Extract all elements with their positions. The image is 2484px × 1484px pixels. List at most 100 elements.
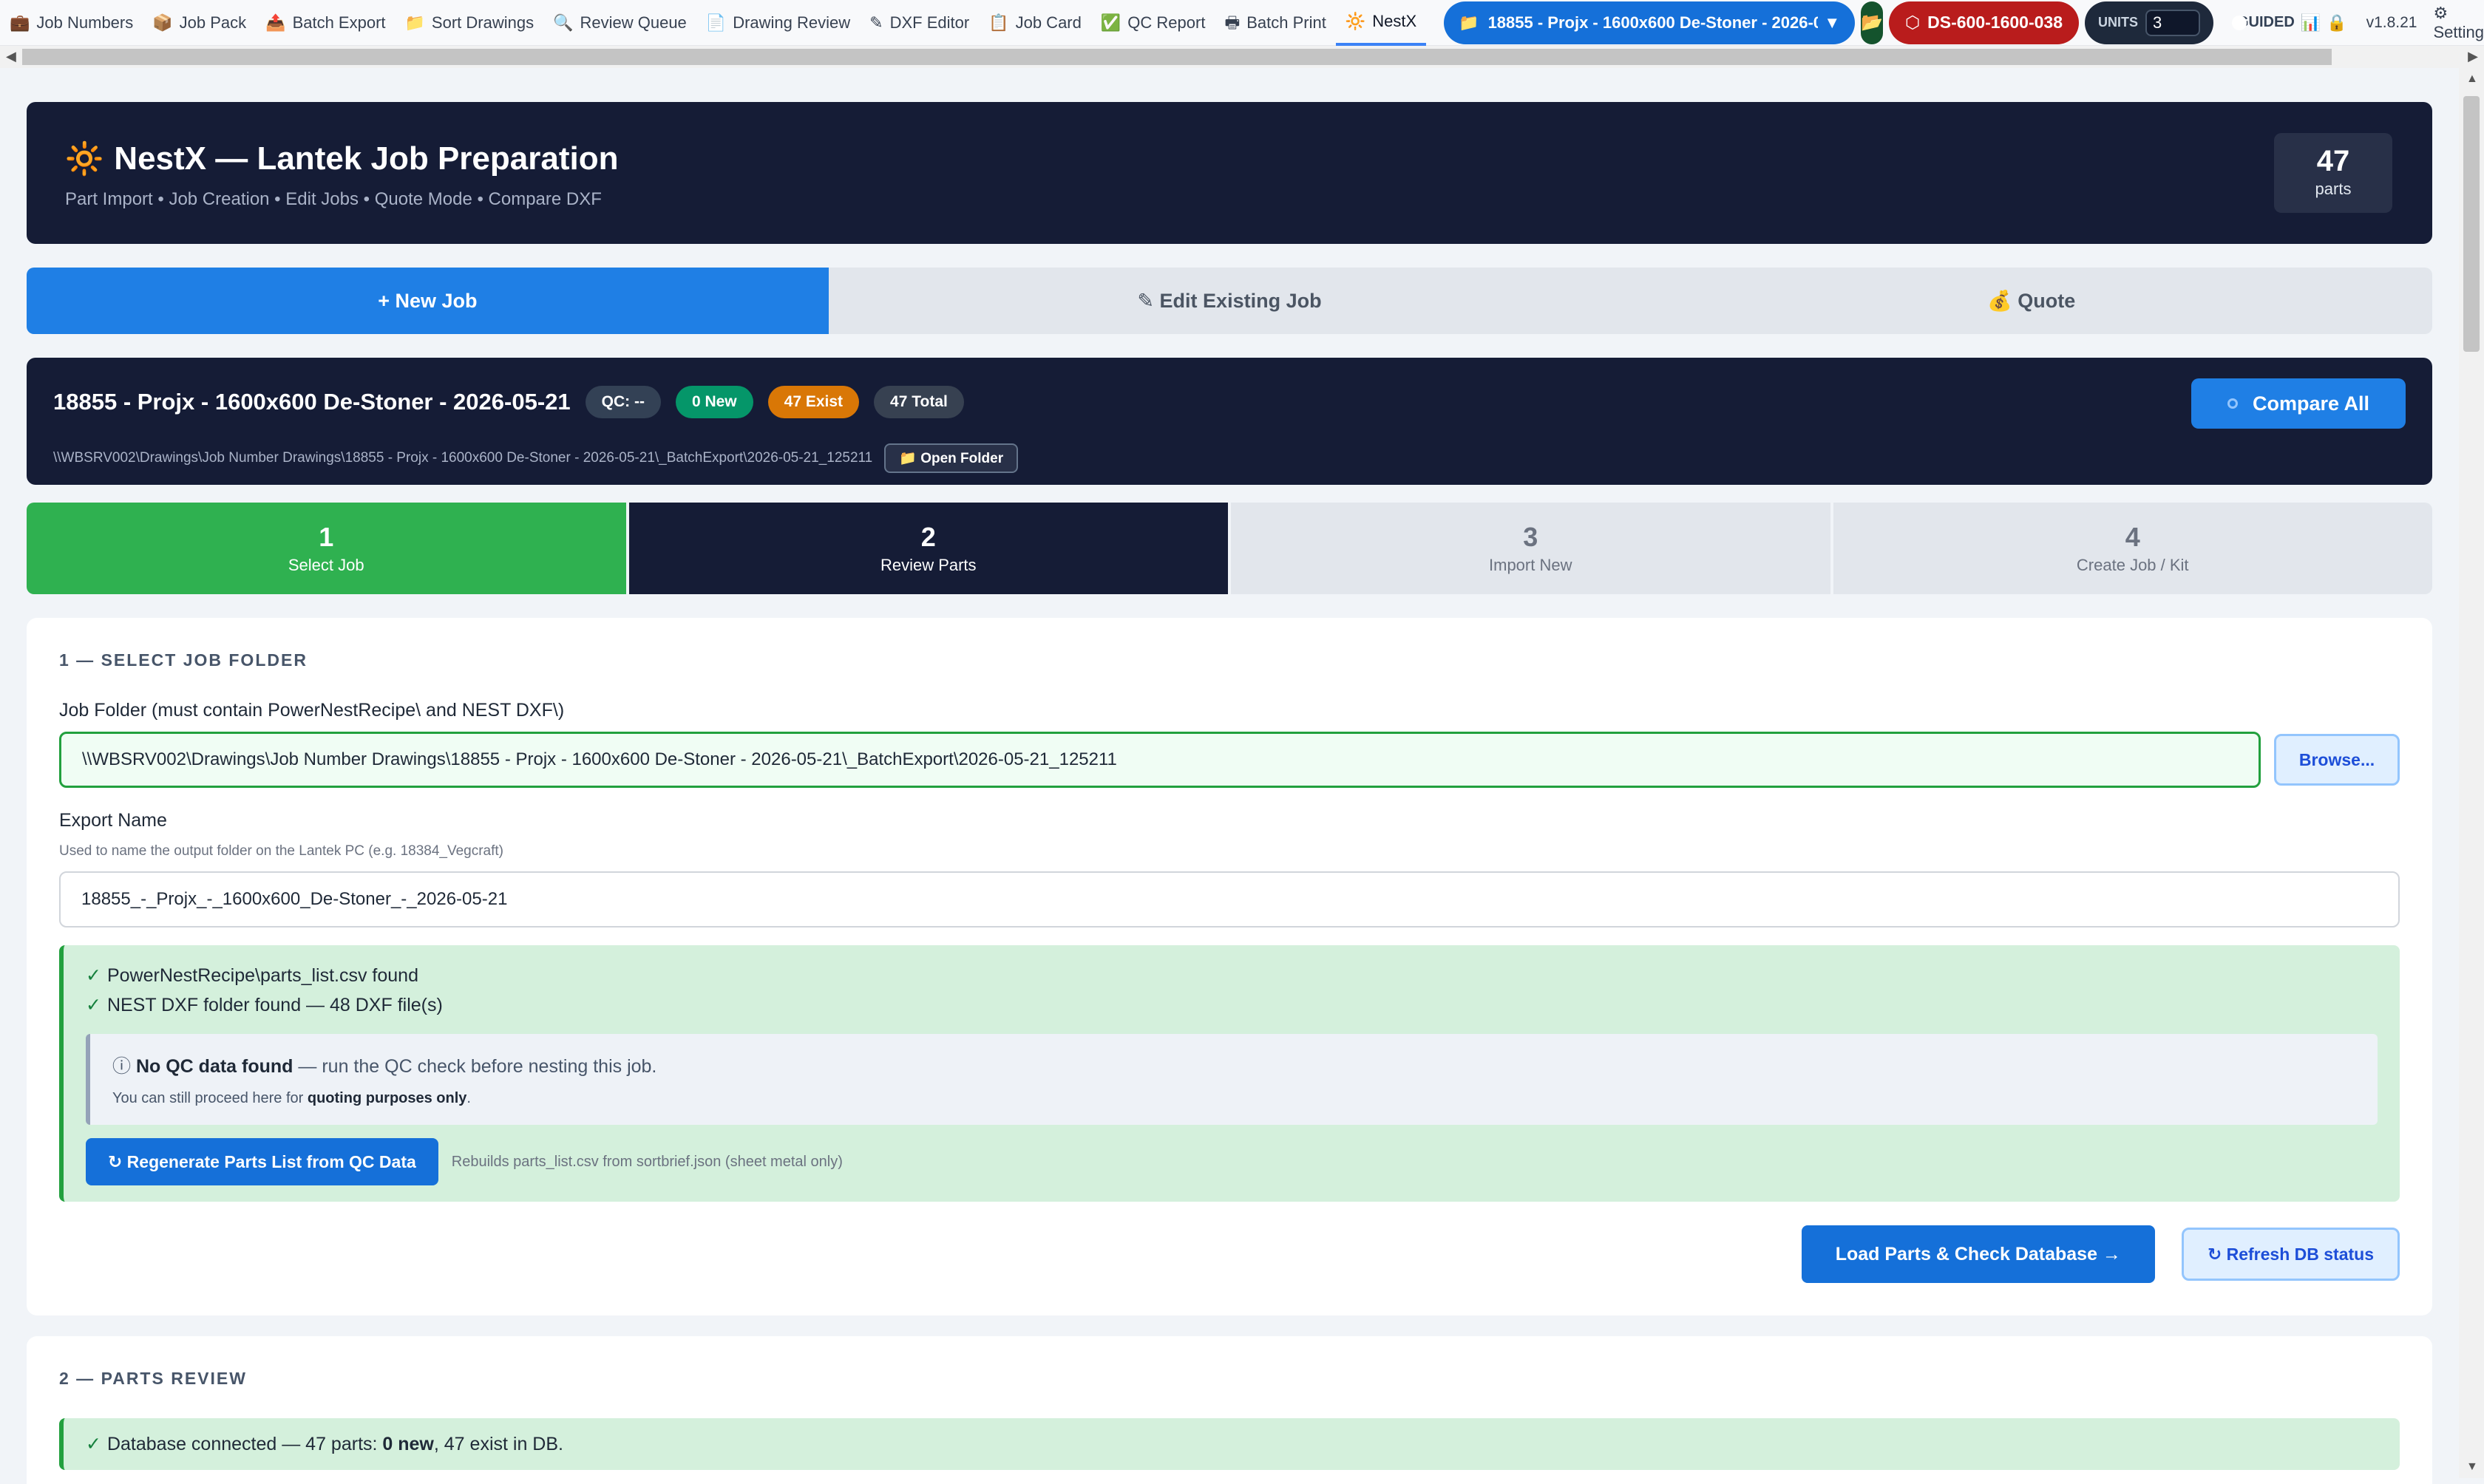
parts-label: parts xyxy=(2315,180,2352,198)
step-label: Select Job xyxy=(288,556,364,574)
regenerate-hint: Rebuilds parts_list.csv from sortbrief.j… xyxy=(451,1153,843,1170)
job-selector-dropdown[interactable]: 📁 18855 - Projx - 1600x600 De-Stoner - 2… xyxy=(1444,1,1856,44)
regenerate-parts-list-button[interactable]: ↻ Regenerate Parts List from QC Data xyxy=(86,1138,438,1185)
nav-item-batch-print[interactable]: 🖶 Batch Print xyxy=(1215,0,1335,46)
job-path-text: \\WBSRV002\Drawings\Job Number Drawings\… xyxy=(53,450,873,466)
nav-item-label: Batch Print xyxy=(1246,13,1326,32)
step-number: 3 xyxy=(1523,522,1538,552)
scrollbar-thumb[interactable] xyxy=(2463,96,2480,352)
dxf-found-text: NEST DXF folder found — 48 DXF file(s) xyxy=(106,995,443,1015)
units-input[interactable] xyxy=(2145,9,2200,36)
pencil-icon: ✎ xyxy=(869,13,883,32)
job-summary-bar: 18855 - Projx - 1600x600 De-Stoner - 202… xyxy=(27,358,2432,485)
step-review-parts[interactable]: 2 Review Parts xyxy=(628,503,1228,594)
select-job-folder-card: 1 — SELECT JOB FOLDER Job Folder (must c… xyxy=(27,618,2432,1315)
db-status-post: , 47 exist in DB. xyxy=(433,1434,563,1454)
units-control: UNITS xyxy=(2084,1,2213,44)
folder-icon: 📁 xyxy=(404,13,425,32)
sun-icon: 🔆 xyxy=(1345,11,1366,30)
step-label: Review Parts xyxy=(880,556,977,574)
qc-status-badge: QC: -- xyxy=(585,386,661,418)
mode-tabs: + New Job ✎ Edit Existing Job 💰 Quote xyxy=(27,268,2432,334)
no-qc-warning: ⓘ No QC data found — run the QC check be… xyxy=(86,1034,2378,1125)
checkbox-icon: ✅ xyxy=(1100,13,1121,32)
export-icon: 📤 xyxy=(265,13,286,32)
lock-icon[interactable]: 🔒 xyxy=(2327,13,2346,33)
nav-item-label: Drawing Review xyxy=(733,13,851,32)
warning-sub-post: . xyxy=(466,1090,471,1106)
warning-subline: You can still proceed here for quoting p… xyxy=(112,1090,2355,1107)
job-folder-input[interactable]: \\WBSRV002\Drawings\Job Number Drawings\… xyxy=(59,732,2261,788)
nav-item-sort-drawings[interactable]: 📁 Sort Drawings xyxy=(396,0,544,46)
scroll-right-icon[interactable]: ▶ xyxy=(2468,49,2478,64)
dxf-found-line: ✓ NEST DXF folder found — 48 DXF file(s) xyxy=(86,994,2378,1016)
open-folder-button[interactable]: 📁 Open Folder xyxy=(884,443,1019,473)
csv-found-text: PowerNestRecipe\parts_list.csv found xyxy=(106,965,418,986)
chevron-down-icon: ▼ xyxy=(1824,13,1841,32)
section-heading: 1 — SELECT JOB FOLDER xyxy=(59,650,308,670)
horizontal-scrollbar[interactable]: ◀ ▶ xyxy=(0,46,2484,68)
load-parts-button[interactable]: Load Parts & Check Database → xyxy=(1801,1225,2155,1283)
job-selector-value: 18855 - Projx - 1600x600 De-Stoner - 202… xyxy=(1487,13,1819,32)
scroll-down-icon[interactable]: ▼ xyxy=(2466,1460,2478,1474)
check-icon: ✓ xyxy=(86,965,101,986)
new-count-badge: 0 New xyxy=(675,386,753,418)
total-count-badge: 47 Total xyxy=(874,386,964,418)
scroll-left-icon[interactable]: ◀ xyxy=(6,49,16,64)
nav-item-review-queue[interactable]: 🔍 Review Queue xyxy=(543,0,696,46)
nav-item-label: Batch Export xyxy=(292,13,386,32)
step-label: Create Job / Kit xyxy=(2076,556,2189,574)
export-name-input[interactable]: 18855_-_Projx_-_1600x600_De-Stoner_-_202… xyxy=(59,871,2400,928)
ds-badge-label: DS-600-1600-038 xyxy=(1927,13,2063,32)
nav-item-dxf-editor[interactable]: ✎ DXF Editor xyxy=(860,0,979,46)
briefcase-icon: 💼 xyxy=(10,13,30,32)
loading-spinner-icon xyxy=(2227,398,2238,409)
nav-item-label: DXF Editor xyxy=(889,13,970,32)
job-folder-row: \\WBSRV002\Drawings\Job Number Drawings\… xyxy=(59,732,2400,788)
step-import-new[interactable]: 3 Import New xyxy=(1231,503,1830,594)
job-folder-label: Job Folder (must contain PowerNestRecipe… xyxy=(59,700,565,721)
scrollbar-thumb[interactable] xyxy=(22,49,2332,65)
nav-item-label: Job Pack xyxy=(179,13,247,32)
refresh-db-status-button[interactable]: ↻ Refresh DB status xyxy=(2181,1228,2400,1281)
folder-icon: 📂 xyxy=(1861,13,1884,33)
nav-item-nestx[interactable]: 🔆 NestX xyxy=(1335,0,1427,46)
nav-item-drawing-review[interactable]: 📄 Drawing Review xyxy=(696,0,860,46)
step-number: 2 xyxy=(920,522,936,552)
step-select-job[interactable]: 1 Select Job xyxy=(27,503,626,594)
vertical-scrollbar[interactable]: ▲ ▼ xyxy=(2459,68,2484,1478)
export-name-hint: Used to name the output folder on the La… xyxy=(59,843,504,859)
nav-item-job-numbers[interactable]: 💼 Job Numbers xyxy=(0,0,143,46)
scroll-up-icon[interactable]: ▲ xyxy=(2466,72,2478,86)
magnifier-icon: 🔍 xyxy=(553,13,574,32)
top-nav: 💼 Job Numbers 📦 Job Pack 📤 Batch Export 📁 So… xyxy=(0,0,2484,46)
job-title-text: 18855 - Projx - 1600x600 De-Stoner - 202… xyxy=(53,389,571,415)
tab-edit-existing-job[interactable]: ✎ Edit Existing Job xyxy=(829,268,1631,334)
settings-link[interactable]: ⚙ Settings xyxy=(2433,4,2484,42)
job-title: 18855 - Projx - 1600x600 De-Stoner - 202… xyxy=(53,386,964,418)
regenerate-row: ↻ Regenerate Parts List from QC Data Reb… xyxy=(86,1138,2378,1185)
compare-all-button[interactable]: Compare All xyxy=(2191,378,2406,429)
info-icon: ⓘ xyxy=(112,1056,132,1077)
nav-item-job-pack[interactable]: 📦 Job Pack xyxy=(143,0,256,46)
step-create-job-kit[interactable]: 4 Create Job / Kit xyxy=(1833,503,2432,594)
tab-new-job[interactable]: + New Job xyxy=(27,268,829,334)
job-path: \\WBSRV002\Drawings\Job Number Drawings\… xyxy=(53,443,1019,473)
db-status-bold: 0 new xyxy=(382,1434,434,1454)
chart-icon[interactable]: 📊 xyxy=(2301,13,2321,33)
nav-item-label: Job Numbers xyxy=(36,13,134,32)
nav-item-job-card[interactable]: 📋 Job Card xyxy=(979,0,1091,46)
browse-button[interactable]: Browse... xyxy=(2274,734,2400,786)
ds-badge[interactable]: ⬡ DS-600-1600-038 xyxy=(1889,1,2079,44)
step-number: 1 xyxy=(319,522,334,552)
exist-count-badge: 47 Exist xyxy=(767,386,860,418)
check-icon: ✓ xyxy=(86,1434,101,1454)
tab-quote[interactable]: 💰 Quote xyxy=(1630,268,2432,334)
nav-item-label: QC Report xyxy=(1127,13,1206,32)
nav-item-batch-export[interactable]: 📤 Batch Export xyxy=(256,0,395,46)
parts-count-box: 47 parts xyxy=(2274,133,2392,213)
nav-item-qc-report[interactable]: ✅ QC Report xyxy=(1091,0,1215,46)
open-folder-icon-button[interactable]: 📂 xyxy=(1861,1,1884,44)
document-icon: 📄 xyxy=(705,13,727,32)
page-title: 🔆 NestX — Lantek Job Preparation xyxy=(65,140,618,177)
